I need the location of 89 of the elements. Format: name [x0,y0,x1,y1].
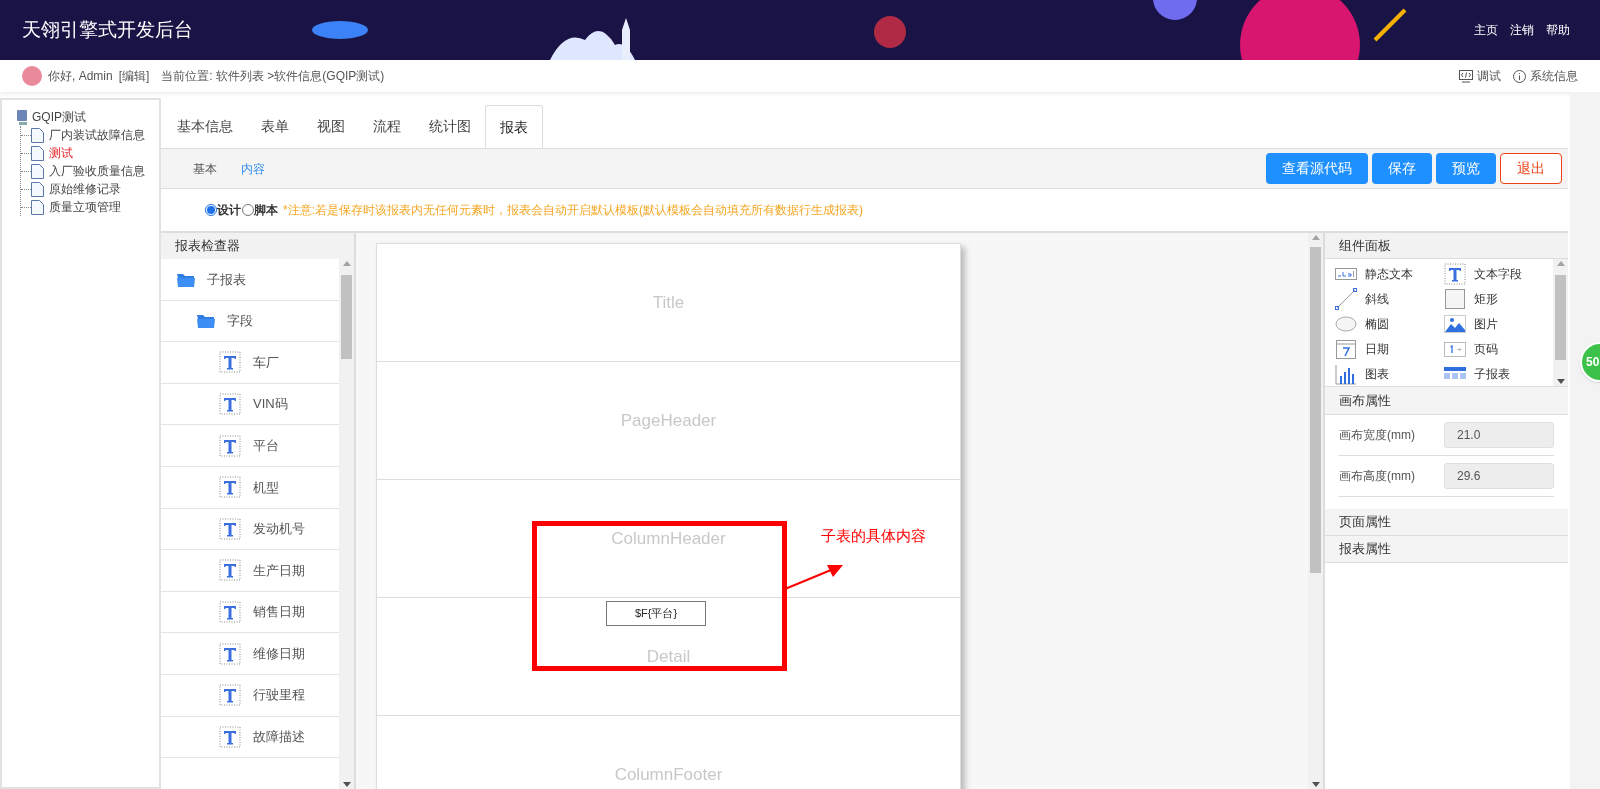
folder-icon [177,271,195,287]
text-field-icon [219,559,241,582]
text-field-icon [219,434,241,457]
palette-item[interactable]: 子报表 [1444,361,1553,386]
computer-icon [16,109,29,125]
avatar-icon [22,66,42,86]
sub-tab[interactable]: 基本 [191,159,219,178]
tree-item[interactable]: 入厂验收质量信息 [49,162,145,180]
field-element[interactable]: $F{平台} [606,601,706,626]
tree-item[interactable]: 测试 [49,144,73,162]
inspector-item[interactable]: 子报表 [161,259,339,301]
document-icon [31,127,44,143]
palette-header: 组件面板 [1325,233,1568,259]
section-header[interactable]: 页面属性 [1325,509,1568,536]
scroll-down-arrow-icon[interactable] [1556,379,1565,384]
inspector-header: 报表检查器 [161,233,354,259]
tab[interactable]: 报表 [485,105,543,148]
document-icon [31,199,44,215]
palette-item[interactable]: 矩形 [1444,286,1553,311]
palette-item[interactable]: 页码 [1444,336,1553,361]
code-icon [1459,69,1473,83]
text-field-icon [219,517,241,540]
image-icon [1444,312,1466,335]
tab[interactable]: 基本信息 [163,105,247,148]
nav-link[interactable]: 主页 [1474,21,1498,39]
radio-button[interactable] [205,204,217,216]
section-header[interactable]: 报表属性 [1325,536,1568,563]
inspector-scrollbar[interactable] [339,259,354,789]
bar-chart-icon [1335,362,1357,385]
canvas-scrollbar[interactable] [1308,233,1323,789]
rectangle-icon [1444,287,1466,310]
greeting-text: 你好, Admin [48,68,113,85]
scroll-up-arrow-icon[interactable] [1311,235,1320,240]
text-field-icon [219,642,241,665]
section-header[interactable]: 画布属性 [1325,387,1568,415]
tab[interactable]: 表单 [247,105,303,148]
scroll-thumb[interactable] [1555,275,1566,360]
palette-item[interactable]: 静态文本 [1335,261,1444,286]
calendar-icon [1335,337,1357,360]
palette-item[interactable]: 图表 [1335,361,1444,386]
inspector-item[interactable]: 字段 [161,300,339,343]
tree-item[interactable]: 厂内装试故障信息 [49,126,145,144]
property-input[interactable]: 29.6 [1444,463,1554,489]
radio-label: 脚本 [254,202,278,219]
scroll-up-arrow-icon[interactable] [342,261,351,266]
palette-item[interactable]: 日期 [1335,336,1444,361]
tab[interactable]: 流程 [359,105,415,148]
breadcrumb: 当前位置: 软件列表 >软件信息(GQIP测试) [161,68,385,85]
debug-link[interactable]: 调试 [1459,67,1501,85]
scroll-down-arrow-icon[interactable] [1311,782,1320,787]
nav-link[interactable]: 帮助 [1546,21,1570,39]
text-field-icon [1444,262,1466,285]
text-field-icon [219,601,241,624]
text-field-icon [219,476,241,499]
edit-link[interactable]: [编辑] [118,67,150,85]
nav-link[interactable]: 注销 [1510,21,1534,39]
diagonal-line-icon [1335,287,1357,310]
text-field-icon [219,684,241,707]
tab[interactable]: 统计图 [415,105,485,148]
annotation-text: 子表的具体内容 [821,526,926,546]
property-label: 画布高度(mm) [1339,468,1415,485]
palette-item[interactable]: 斜线 [1335,286,1444,311]
folder-icon [197,313,215,329]
property-label: 画布宽度(mm) [1339,427,1415,444]
palette-item[interactable]: 文本字段 [1444,261,1553,286]
notice-text: *注意:若是保存时该报表内无任何元素时，报表会自动开启默认模板(默认模板会自动填充所有数据行生成报表) [283,202,863,219]
palette-scrollbar[interactable] [1553,259,1568,386]
property-input[interactable]: 21.0 [1444,422,1554,448]
scroll-down-arrow-icon[interactable] [342,782,351,787]
tree-item[interactable]: 原始维修记录 [49,180,121,198]
text-field-icon [219,725,241,748]
tree-item[interactable]: 质量立项管理 [49,198,121,216]
app-title: 天翎引擎式开发后台 [22,17,193,42]
action-button[interactable]: 退出 [1500,153,1562,184]
tree-root[interactable]: GQIP测试 [32,108,86,126]
document-icon [31,163,44,179]
palette-item[interactable]: 椭圆 [1335,311,1444,336]
system-info-link[interactable]: 系统信息 [1513,67,1578,85]
text-field-icon [219,351,241,374]
info-icon [1513,69,1526,83]
scroll-thumb[interactable] [341,275,352,359]
text-field-icon [219,393,241,416]
document-icon [31,145,44,161]
scroll-thumb[interactable] [1310,247,1321,573]
scroll-up-arrow-icon[interactable] [1556,261,1565,266]
palette-item[interactable]: 图片 [1444,311,1553,336]
tab[interactable]: 视图 [303,105,359,148]
radio-label: 设计 [217,202,241,219]
document-icon [31,181,44,197]
